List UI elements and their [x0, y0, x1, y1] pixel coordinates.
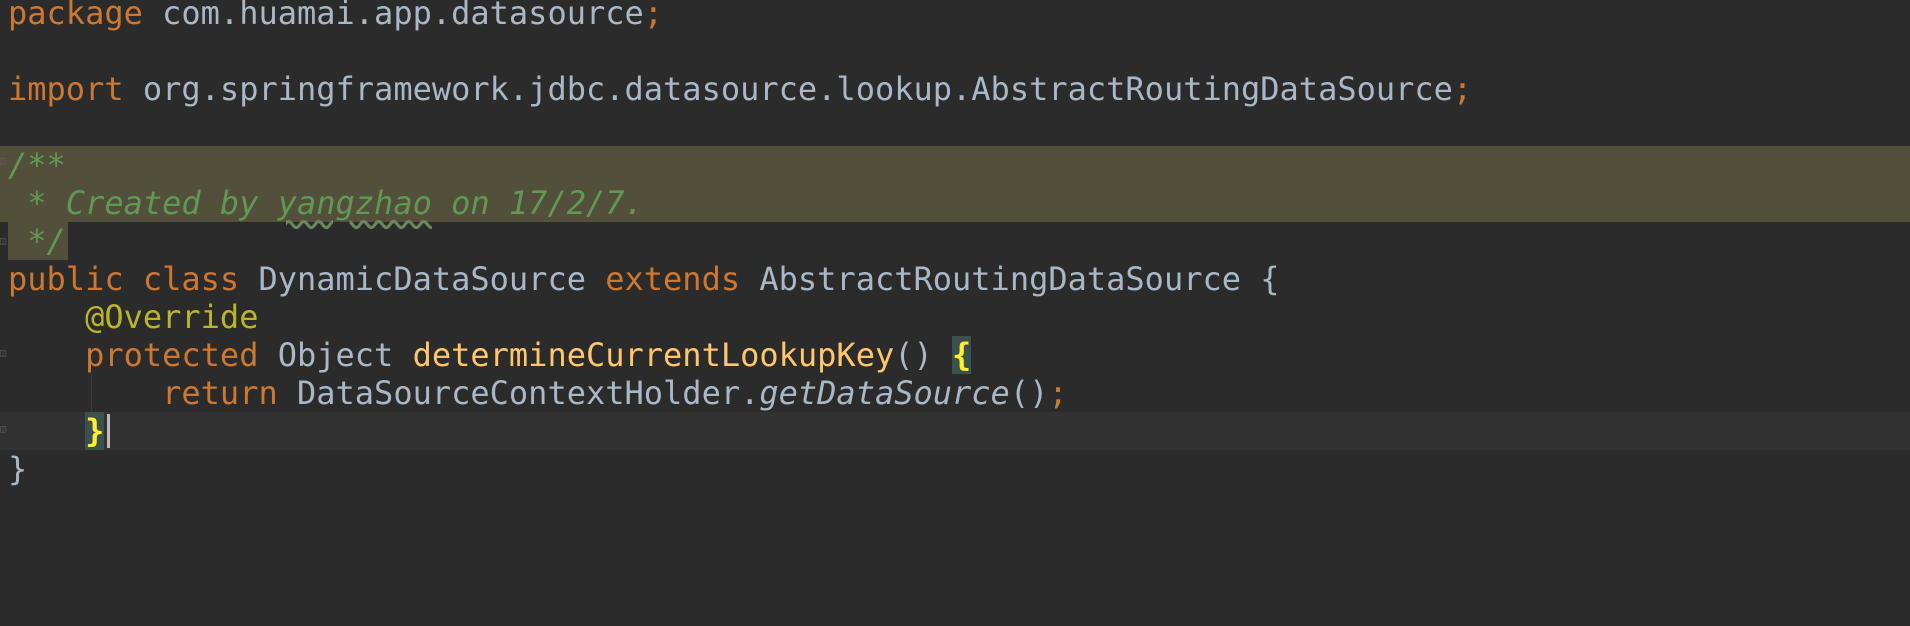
code-line-method-decl[interactable]: protected Object determineCurrentLookupK…	[0, 336, 1910, 374]
keyword: extends	[605, 260, 741, 298]
keyword: return	[162, 374, 278, 412]
fold-icon[interactable]: ◫	[0, 236, 8, 248]
doc-comment-date: on 17/2/7.	[431, 184, 644, 222]
keyword: public	[8, 260, 124, 298]
code-line-return[interactable]: return DataSourceContextHolder.getDataSo…	[0, 374, 1910, 412]
code-line-doc-open[interactable]: /**	[0, 146, 1910, 184]
doc-comment-text: * Created by	[8, 184, 278, 222]
code-editor[interactable]: package com.huamai.app.datasource; impor…	[0, 0, 1910, 626]
parens: ()	[1009, 374, 1049, 412]
keyword: package	[8, 0, 143, 32]
fold-icon[interactable]: ◫	[0, 424, 8, 436]
code-line-annotation[interactable]: @Override	[0, 298, 1910, 336]
code-line-class-close[interactable]: }	[0, 450, 1910, 488]
code-line-class-decl[interactable]: public class DynamicDataSource extends A…	[0, 260, 1910, 298]
matched-brace: }	[85, 412, 105, 450]
semicolon: ;	[643, 0, 664, 32]
code-line-doc-body[interactable]: * Created by yangzhao on 17/2/7.	[0, 184, 1910, 222]
doc-comment: */	[8, 222, 66, 260]
parent-class: AbstractRoutingDataSource {	[740, 260, 1280, 298]
static-call: getDataSource	[759, 374, 1010, 412]
matched-brace: {	[952, 336, 972, 374]
package-name: com.huamai.app.datasource	[142, 0, 644, 32]
keyword: import	[8, 70, 124, 108]
return-type: Object	[258, 336, 413, 374]
semicolon: ;	[1048, 374, 1068, 412]
keyword: class	[142, 260, 240, 298]
keyword: protected	[85, 336, 259, 374]
code-line-doc-close[interactable]: */	[0, 222, 1910, 260]
code-line-import[interactable]: import org.springframework.jdbc.datasour…	[0, 70, 1910, 108]
doc-comment: /**	[8, 146, 66, 184]
holder-class: DataSourceContextHolder.	[277, 374, 760, 412]
closing-brace: }	[8, 450, 28, 488]
code-line-package[interactable]: package com.huamai.app.datasource;	[0, 0, 1910, 32]
class-name: DynamicDataSource	[239, 260, 606, 298]
author-name: yangzhao	[277, 184, 432, 222]
import-path: org.springframework.jdbc.datasource.look…	[123, 70, 1453, 108]
annotation: @Override	[85, 298, 259, 336]
semicolon: ;	[1452, 70, 1473, 108]
fold-icon[interactable]: ◫	[0, 348, 8, 360]
code-line-method-close[interactable]: }	[0, 412, 1910, 450]
text-caret	[107, 414, 110, 448]
method-name: determineCurrentLookupKey	[412, 336, 895, 374]
parens: ()	[894, 336, 953, 374]
fold-icon[interactable]: ◫	[0, 156, 8, 168]
